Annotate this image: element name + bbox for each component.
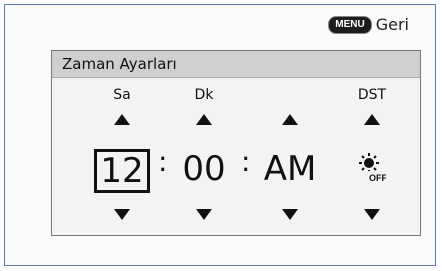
ampm-value[interactable]: AM bbox=[260, 149, 320, 189]
ampm-up-arrow-icon[interactable] bbox=[282, 114, 298, 125]
back-label: Geri bbox=[375, 15, 409, 34]
minute-label: Dk bbox=[194, 87, 214, 103]
screen-frame: MENU Geri Zaman Ayarları Sa 12 : Dk 00 :… bbox=[4, 4, 436, 266]
svg-text:OFF: OFF bbox=[369, 173, 386, 183]
hour-value-field[interactable]: 12 bbox=[92, 149, 152, 193]
hour-value: 12 bbox=[94, 149, 150, 193]
hour-up-arrow-icon[interactable] bbox=[114, 114, 130, 125]
dst-down-arrow-icon[interactable] bbox=[364, 209, 380, 220]
panel-title: Zaman Ayarları bbox=[52, 51, 420, 78]
menu-button[interactable]: MENU bbox=[328, 15, 372, 34]
ampm-down-arrow-icon[interactable] bbox=[282, 209, 298, 220]
hour-down-arrow-icon[interactable] bbox=[114, 209, 130, 220]
dst-label: DST bbox=[357, 87, 387, 103]
menu-back-hint[interactable]: MENU Geri bbox=[328, 15, 409, 34]
separator-colon: : bbox=[241, 145, 251, 178]
hour-label: Sa bbox=[113, 87, 131, 103]
separator-colon: : bbox=[158, 145, 168, 178]
dst-off-icon[interactable]: OFF bbox=[358, 153, 386, 183]
time-settings-panel: Zaman Ayarları Sa 12 : Dk 00 : AM DST OF… bbox=[51, 50, 421, 236]
dst-up-arrow-icon[interactable] bbox=[364, 114, 380, 125]
minute-down-arrow-icon[interactable] bbox=[196, 209, 212, 220]
minute-up-arrow-icon[interactable] bbox=[196, 114, 212, 125]
minute-value[interactable]: 00 bbox=[174, 149, 234, 189]
